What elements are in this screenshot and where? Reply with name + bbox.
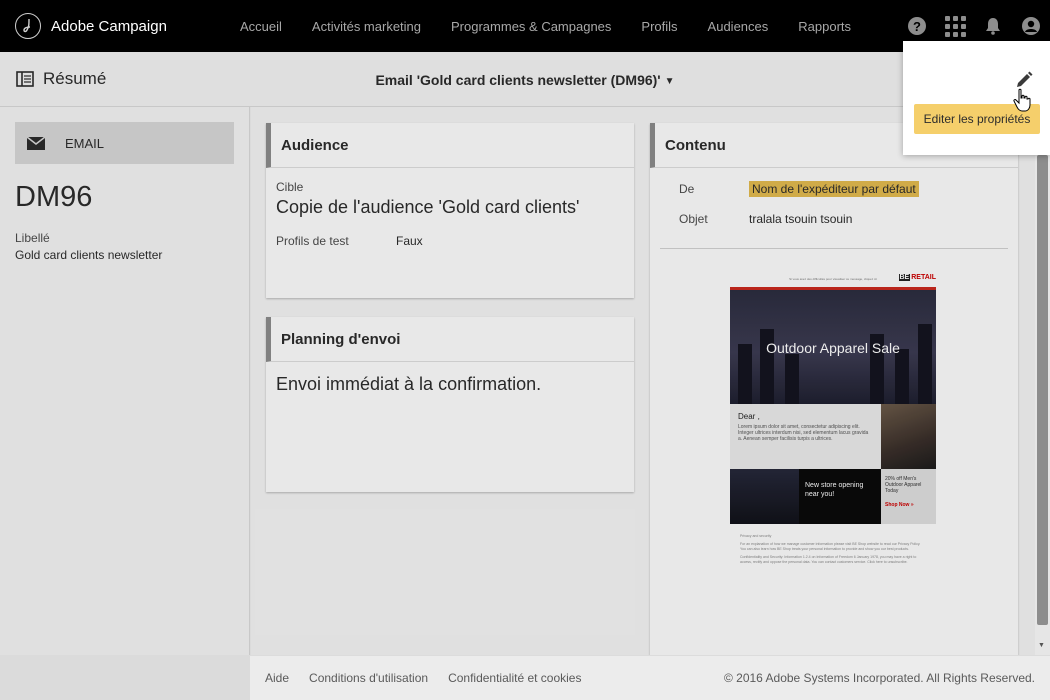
delivery-code: DM96 bbox=[15, 181, 93, 213]
nav-item-audiences[interactable]: Audiences bbox=[708, 19, 769, 34]
scroll-thumb[interactable] bbox=[1037, 155, 1048, 625]
email-envelope-icon bbox=[27, 136, 45, 150]
retail-logo: BE RETAIL bbox=[898, 274, 936, 281]
from-value-highlighted: Nom de l'expéditeur par défaut bbox=[749, 181, 919, 197]
copyright-text: © 2016 Adobe Systems Incorporated. All R… bbox=[723, 671, 1035, 685]
left-panel: EMAIL DM96 Libellé Gold card clients new… bbox=[0, 107, 250, 655]
summary-header: Résumé Email 'Gold card clients newslett… bbox=[0, 52, 1050, 107]
target-label: Cible bbox=[276, 180, 304, 194]
adobe-campaign-logo-icon bbox=[15, 13, 41, 39]
schedule-value: Envoi immédiat à la confirmation. bbox=[276, 374, 542, 394]
top-bar: Adobe Campaign Accueil Activités marketi… bbox=[0, 0, 1050, 52]
preview-store-image bbox=[730, 469, 799, 524]
label-caption: Libellé bbox=[15, 231, 50, 245]
hand-cursor-icon bbox=[1013, 88, 1031, 112]
content-divider bbox=[660, 248, 1008, 249]
preview-hero-text: Outdoor Apparel Sale bbox=[766, 340, 900, 356]
preview-footer: Privacy and security For an explanation … bbox=[740, 534, 921, 564]
nav-item-accueil[interactable]: Accueil bbox=[240, 19, 282, 34]
scrollbar[interactable]: ▲ ▼ bbox=[1035, 107, 1050, 655]
app-name: Adobe Campaign bbox=[51, 17, 167, 35]
test-profiles-label: Profils de test bbox=[276, 234, 349, 248]
audience-card-title: Audience bbox=[266, 123, 634, 168]
preview-offer: 20% off Men's Outdoor Apparel Today Shop… bbox=[881, 469, 936, 524]
preview-body: Lorem ipsum dolor sit amet, consectetur … bbox=[738, 424, 869, 442]
pencil-icon bbox=[1017, 71, 1033, 87]
footer-link-aide[interactable]: Aide bbox=[265, 671, 289, 685]
nav-item-activites-marketing[interactable]: Activités marketing bbox=[312, 19, 421, 34]
main-content: Audience Cible Copie de l'audience 'Gold… bbox=[251, 107, 1050, 655]
nav-item-rapports[interactable]: Rapports bbox=[798, 19, 851, 34]
nav-item-profils[interactable]: Profils bbox=[641, 19, 677, 34]
footer-link-conditions[interactable]: Conditions d'utilisation bbox=[309, 671, 428, 685]
from-label: De bbox=[679, 182, 695, 196]
preview-hero-image: Outdoor Apparel Sale bbox=[730, 287, 936, 404]
page-footer: Aide Conditions d'utilisation Confidenti… bbox=[250, 655, 1050, 700]
label-value: Gold card clients newsletter bbox=[15, 248, 163, 262]
delivery-title-dropdown[interactable]: Email 'Gold card clients newsletter (DM9… bbox=[0, 72, 1050, 88]
preview-store-text: New store opening near you! bbox=[799, 469, 881, 524]
subject-label: Objet bbox=[679, 212, 708, 226]
email-preview[interactable]: Si vous avez des difficultés pour visual… bbox=[730, 272, 936, 575]
footer-link-confidentialite[interactable]: Confidentialité et cookies bbox=[448, 671, 581, 685]
channel-tile: EMAIL bbox=[15, 122, 234, 164]
target-value: Copie de l'audience 'Gold card clients' bbox=[276, 197, 580, 217]
preview-people-image bbox=[881, 404, 936, 469]
preview-top-line: Si vous avez des difficultés pour visual… bbox=[789, 274, 936, 281]
preview-shop-now: Shop Now » bbox=[885, 502, 914, 508]
test-profiles-value: Faux bbox=[396, 234, 423, 248]
schedule-card[interactable]: Planning d'envoi Envoi immédiat à la con… bbox=[266, 317, 634, 492]
schedule-card-title: Planning d'envoi bbox=[266, 317, 634, 362]
chevron-down-icon: ▼ bbox=[664, 76, 675, 87]
scroll-down-arrow-icon[interactable]: ▼ bbox=[1038, 642, 1045, 649]
main-nav: Accueil Activités marketing Programmes &… bbox=[225, 19, 866, 34]
channel-label: EMAIL bbox=[65, 135, 105, 151]
audience-card[interactable]: Audience Cible Copie de l'audience 'Gold… bbox=[266, 123, 634, 298]
delivery-title: Email 'Gold card clients newsletter (DM9… bbox=[375, 72, 661, 88]
nav-item-programmes-campagnes[interactable]: Programmes & Campagnes bbox=[451, 19, 611, 34]
subject-value: tralala tsouin tsouin bbox=[749, 212, 853, 226]
preview-greeting: Dear , bbox=[738, 412, 760, 421]
brand[interactable]: Adobe Campaign bbox=[15, 13, 220, 39]
content-card[interactable]: Contenu De Nom de l'expéditeur par défau… bbox=[650, 123, 1018, 655]
